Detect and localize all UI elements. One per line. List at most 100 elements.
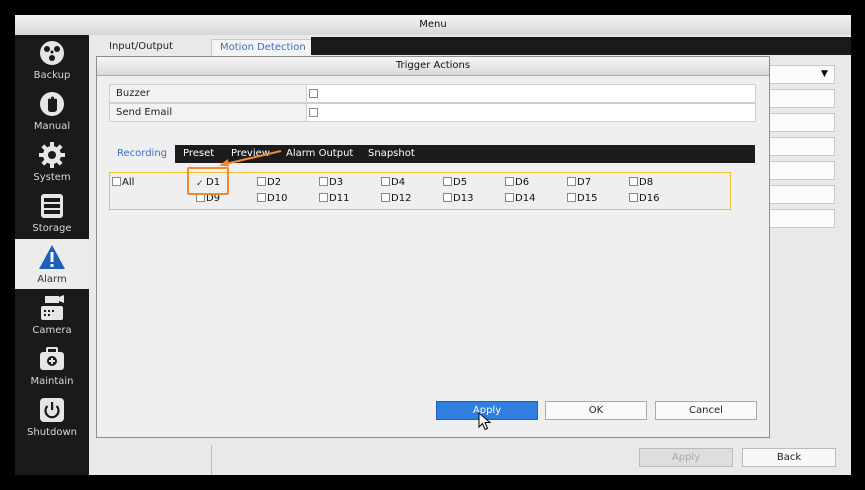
sidebar-item-label: System — [33, 172, 71, 183]
sidebar: Backup Manual System Storage Alarm Camer… — [15, 35, 89, 475]
tab-strip — [311, 37, 851, 55]
sidebar-item-alarm[interactable]: Alarm — [15, 239, 89, 289]
checkbox-box — [257, 193, 266, 202]
channel-label: D7 — [577, 177, 592, 188]
checkbox-box — [629, 177, 638, 186]
checkbox-box — [112, 177, 121, 186]
channel-d15-checkbox[interactable]: D15 — [567, 193, 597, 205]
sidebar-item-label: Shutdown — [27, 427, 77, 438]
checkbox-box — [567, 193, 576, 202]
channel-label: D6 — [515, 177, 530, 188]
trigger-actions-dialog: Trigger Actions Buzzer Send Email Record… — [96, 56, 770, 438]
camera-icon — [41, 295, 64, 320]
buzzer-row: Buzzer — [109, 84, 756, 103]
annotation-arrow-icon — [219, 150, 282, 167]
channel-d4-checkbox[interactable]: D4 — [381, 177, 405, 189]
channel-label: D3 — [329, 177, 344, 188]
background-slider[interactable] — [767, 209, 835, 228]
cancel-button[interactable]: Cancel — [655, 401, 757, 420]
background-apply-button[interactable]: Apply — [639, 448, 733, 467]
sidebar-item-manual[interactable]: Manual — [15, 86, 89, 136]
checkbox-box — [505, 177, 514, 186]
sidebar-item-shutdown[interactable]: Shutdown — [15, 392, 89, 442]
buzzer-value — [307, 85, 755, 102]
tab-input-output[interactable]: Input/Output — [101, 39, 181, 55]
sidebar-item-maintain[interactable]: Maintain — [15, 341, 89, 391]
channel-label: D4 — [391, 177, 406, 188]
window-title: Menu — [15, 15, 851, 36]
sidebar-item-label: Camera — [32, 325, 72, 336]
channel-label: D14 — [515, 193, 536, 204]
warning-icon — [39, 245, 65, 269]
sidebar-item-label: Manual — [33, 121, 71, 132]
all-label: All — [122, 177, 135, 188]
divider — [211, 445, 212, 475]
channel-label: D5 — [453, 177, 468, 188]
channel-label: D16 — [639, 193, 660, 204]
send-email-value — [307, 104, 755, 121]
tab-recording[interactable]: Recording — [109, 145, 176, 163]
channel-label: D15 — [577, 193, 598, 204]
channel-label: D11 — [329, 193, 350, 204]
dialog-title: Trigger Actions — [97, 57, 769, 76]
checkbox-box — [257, 177, 266, 186]
send-email-checkbox[interactable] — [309, 108, 318, 117]
sidebar-item-backup[interactable]: Backup — [15, 35, 89, 85]
sidebar-item-label: Alarm — [37, 274, 67, 285]
channel-label: D10 — [267, 193, 288, 204]
background-slider[interactable] — [767, 185, 835, 204]
background-field — [767, 137, 835, 156]
tab-alarm-output[interactable]: Alarm Output — [286, 145, 353, 163]
gear-icon — [39, 142, 65, 168]
checkbox-box — [319, 193, 328, 202]
checkbox-box — [319, 177, 328, 186]
tab-snapshot[interactable]: Snapshot — [368, 145, 415, 163]
checkbox-box — [381, 177, 390, 186]
channel-d3-checkbox[interactable]: D3 — [319, 177, 343, 189]
sidebar-item-camera[interactable]: Camera — [15, 290, 89, 340]
checkbox-box — [505, 193, 514, 202]
back-button[interactable]: Back — [742, 448, 836, 467]
checkbox-box — [443, 177, 452, 186]
sidebar-item-label: Backup — [33, 70, 71, 81]
sensitivity-slider[interactable] — [767, 161, 835, 180]
channel-d8-checkbox[interactable]: D8 — [629, 177, 653, 189]
sidebar-item-label: Storage — [32, 223, 72, 234]
channel-d14-checkbox[interactable]: D14 — [505, 193, 535, 205]
hand-icon — [40, 92, 64, 116]
mouse-cursor-icon — [478, 412, 492, 431]
menu-window: Menu Backup Manual System Storage Alarm … — [15, 15, 851, 475]
sidebar-item-storage[interactable]: Storage — [15, 188, 89, 238]
channel-d11-checkbox[interactable]: D11 — [319, 193, 349, 205]
tab-motion-detection[interactable]: Motion Detection — [211, 39, 315, 57]
background-field — [767, 89, 835, 108]
storage-icon — [41, 194, 63, 218]
d1-highlight-box — [187, 167, 229, 195]
channel-d10-checkbox[interactable]: D10 — [257, 193, 287, 205]
checkbox-box — [443, 193, 452, 202]
sidebar-item-label: Maintain — [30, 376, 74, 387]
backup-icon — [40, 41, 64, 65]
channel-label: D12 — [391, 193, 412, 204]
send-email-label: Send Email — [110, 104, 307, 121]
chevron-down-icon: ▼ — [821, 69, 828, 79]
toolbox-icon — [40, 347, 64, 370]
channel-d6-checkbox[interactable]: D6 — [505, 177, 529, 189]
ok-button[interactable]: OK — [545, 401, 647, 420]
checkbox-box — [381, 193, 390, 202]
channel-d12-checkbox[interactable]: D12 — [381, 193, 411, 205]
channel-d5-checkbox[interactable]: D5 — [443, 177, 467, 189]
channel-d13-checkbox[interactable]: D13 — [443, 193, 473, 205]
buzzer-label: Buzzer — [110, 85, 307, 102]
channel-d16-checkbox[interactable]: D16 — [629, 193, 659, 205]
channel-label: D2 — [267, 177, 282, 188]
buzzer-checkbox[interactable] — [309, 89, 318, 98]
channel-d2-checkbox[interactable]: D2 — [257, 177, 281, 189]
send-email-row: Send Email — [109, 103, 756, 122]
channel-label: D8 — [639, 177, 654, 188]
channel-d7-checkbox[interactable]: D7 — [567, 177, 591, 189]
sidebar-item-system[interactable]: System — [15, 137, 89, 187]
all-checkbox[interactable]: All — [112, 177, 134, 189]
background-field — [767, 113, 835, 132]
power-icon — [40, 398, 64, 422]
